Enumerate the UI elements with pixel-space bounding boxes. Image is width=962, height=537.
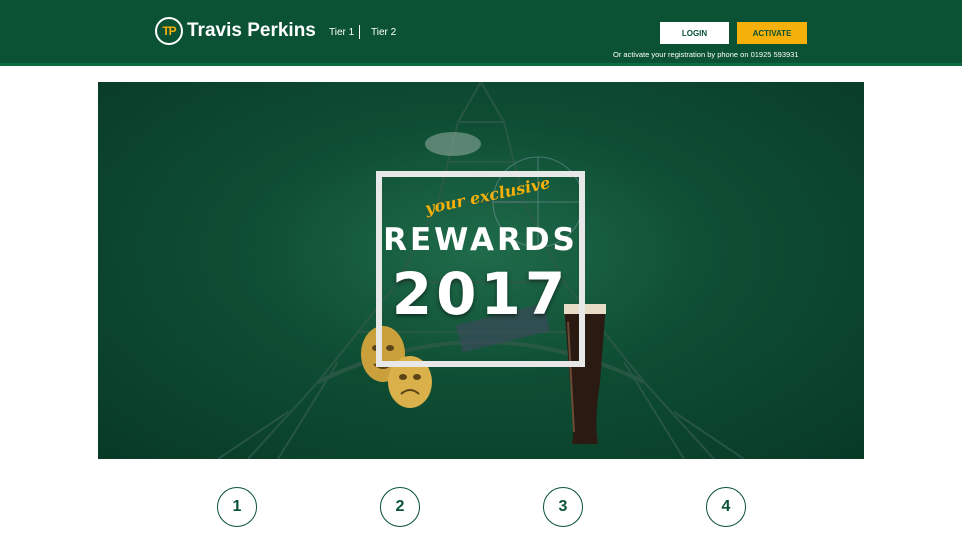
activate-button[interactable]: ACTIVATE — [737, 22, 807, 44]
step-1[interactable]: 1 — [217, 487, 257, 527]
cloud-shape — [425, 132, 481, 156]
phone-activation-note: Or activate your registration by phone o… — [613, 50, 799, 59]
brand-name: Travis Perkins — [187, 20, 316, 41]
step-3[interactable]: 3 — [543, 487, 583, 527]
tp-logo-icon: TP — [155, 17, 183, 45]
step-2[interactable]: 2 — [380, 487, 420, 527]
site-header: TP Travis Perkins Tier 1 Tier 2 LOGIN AC… — [0, 0, 962, 66]
nav-divider — [359, 25, 360, 39]
login-button[interactable]: LOGIN — [660, 22, 729, 44]
hero-title: REWARDS — [383, 222, 578, 258]
hero-banner: your exclusive REWARDS 2017 — [98, 82, 864, 459]
brand-logo[interactable]: TP Travis Perkins — [155, 17, 316, 45]
nav-tier-2[interactable]: Tier 2 — [371, 27, 396, 38]
step-4[interactable]: 4 — [706, 487, 746, 527]
hero-year: 2017 — [391, 260, 570, 328]
nav-tier-1[interactable]: Tier 1 — [329, 27, 354, 38]
